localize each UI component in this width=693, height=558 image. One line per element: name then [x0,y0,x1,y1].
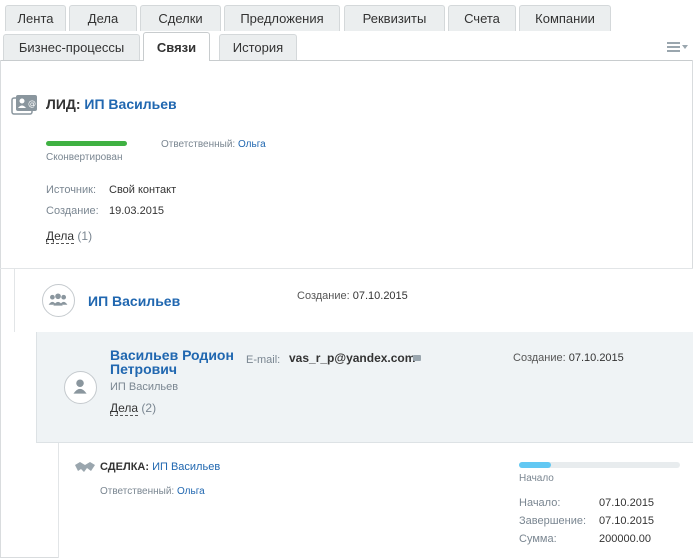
lead-responsible-label: Ответственный: [161,139,236,150]
contact-activities-link[interactable]: Дела [110,401,139,416]
lead-source-label: Источник: [46,184,97,196]
deal-end-value: 07.10.2015 [599,515,655,527]
user-icon [73,379,87,394]
deal-start-row: Начало: 07.10.2015 [519,497,654,509]
menu-icon[interactable] [667,41,689,53]
lead-source-value: Свой контакт [109,184,177,196]
lead-status: Сконвертирован [46,152,123,163]
deal-end-label: Завершение: [519,515,587,527]
company-created: Создание: 07.10.2015 [297,290,408,302]
lead-name-link[interactable]: ИП Васильев [84,96,176,112]
lead-responsible: Ответственный: Ольга [161,139,266,150]
deal-name-link[interactable]: ИП Васильев [152,461,220,473]
deal-sum-value: 200000.00 [599,533,651,545]
tab-business-processes[interactable]: Бизнес-процессы [3,34,140,60]
company-created-value: 07.10.2015 [352,290,408,302]
contact-created-value: 07.10.2015 [568,352,624,364]
lead-activities-count: (1) [77,229,93,243]
tab-activities[interactable]: Дела [69,5,137,31]
deal-sum-label: Сумма: [519,533,557,545]
deal-start-value: 07.10.2015 [599,497,655,509]
deal-type-label: СДЕЛКА: [100,461,150,473]
tab-links[interactable]: Связи [143,32,210,61]
contact-created-label: Создание: [513,352,566,364]
contact-company: ИП Васильев [110,381,179,393]
tab-feed[interactable]: Лента [5,5,66,31]
deal-responsible-link[interactable]: Ольга [177,486,205,497]
svg-text:@: @ [28,99,36,108]
contact-email-label: E-mail: [246,354,281,366]
contact-avatar [64,371,97,404]
deal-stage: Начало [519,473,554,484]
lead-status-bar [46,141,127,146]
lead-activities[interactable]: Дела (1) [46,229,93,244]
company-created-label: Создание: [297,290,350,302]
lead-source-row: Источник: Свой контакт [46,184,176,196]
deal-sum-row: Сумма: 200000.00 [519,533,651,545]
deal-end-row: Завершение: 07.10.2015 [519,515,654,527]
lead-created-row: Создание: 19.03.2015 [46,205,164,217]
deal-responsible: Ответственный: Ольга [100,486,205,497]
lead-responsible-link[interactable]: Ольга [238,139,266,150]
deal-start-label: Начало: [519,497,561,509]
handshake-icon [75,462,95,472]
tab-invoices[interactable]: Счета [448,5,516,31]
lead-type-label: ЛИД: [46,96,81,112]
lead-created-value: 19.03.2015 [109,205,165,217]
lead-card-icon: @ [11,95,37,115]
contact-name-link[interactable]: Васильев Родион Петрович [110,348,240,376]
deal-stage-fill [519,462,552,468]
tab-requisites[interactable]: Реквизиты [344,5,445,31]
lead-created-label: Создание: [46,205,99,217]
deal-responsible-label: Ответственный: [100,486,175,497]
company-name-link[interactable]: ИП Васильев [88,293,180,309]
tab-quotes[interactable]: Предложения [224,5,340,31]
mail-icon[interactable] [413,355,421,361]
contact-email[interactable]: vas_r_p@yandex.com [289,351,415,365]
tab-history[interactable]: История [219,34,297,60]
tab-companies[interactable]: Компании [519,5,611,31]
contact-created: Создание: 07.10.2015 [513,352,624,364]
lead-activities-link[interactable]: Дела [46,229,75,244]
company-avatar [42,284,75,317]
lead-title: ЛИД: ИП Васильев [46,96,177,112]
deal-title: СДЕЛКА: ИП Васильев [100,461,220,473]
contact-activities-count: (2) [141,401,157,415]
contact-activities[interactable]: Дела (2) [110,401,157,416]
tab-deals[interactable]: Сделки [140,5,221,31]
company-group-icon [48,293,68,306]
